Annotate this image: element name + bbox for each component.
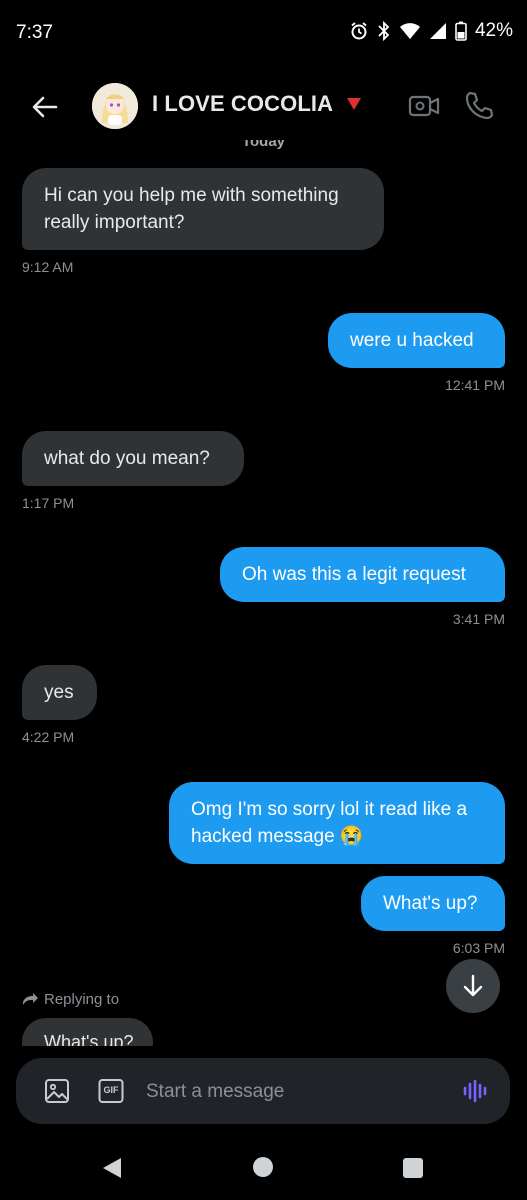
avatar[interactable] [92, 83, 138, 129]
add-media-button[interactable] [44, 1078, 70, 1109]
message-outgoing[interactable]: What's up? 6:03 PM [361, 876, 505, 956]
message-time: 1:17 PM [22, 495, 75, 511]
voice-icon [463, 1079, 487, 1103]
message-time: 3:41 PM [452, 611, 505, 627]
message-bubble: what do you mean? [22, 431, 244, 486]
status-time: 7:37 [16, 22, 53, 43]
replying-label: Replying to [44, 991, 120, 1008]
message-time: 12:41 PM [445, 377, 505, 393]
image-icon [45, 1079, 69, 1103]
message-incoming[interactable]: yes 4:22 PM [22, 665, 97, 745]
video-call-icon [408, 95, 440, 117]
message-outgoing[interactable]: were u hacked 12:41 PM [328, 313, 505, 393]
message-outgoing[interactable]: Omg I'm so sorry lol it read like a hack… [169, 782, 505, 864]
message-bubble: yes [22, 665, 97, 720]
wifi-icon [399, 23, 420, 39]
battery-icon [455, 21, 467, 41]
status-icons: 42% [349, 20, 513, 42]
conversation-header: I LOVE COCOLIA [0, 74, 527, 138]
gif-button[interactable]: GIF [98, 1078, 124, 1109]
battery-percent: 42% [474, 20, 513, 41]
nav-recents-icon[interactable] [403, 1158, 423, 1178]
message-bubble: were u hacked [328, 313, 505, 368]
message-time: 6:03 PM [452, 940, 505, 956]
message-bubble: Oh was this a legit request [220, 547, 505, 602]
phone-call-button[interactable] [464, 90, 494, 120]
replying-indicator: Replying to [22, 991, 119, 1008]
message-time: 9:12 AM [22, 259, 74, 275]
nav-home-icon[interactable] [253, 1157, 273, 1177]
message-composer: GIF [16, 1058, 510, 1124]
message-bubble: Hi can you help me with something really… [22, 168, 384, 250]
message-bubble: Omg I'm so sorry lol it read like a hack… [169, 782, 505, 864]
message-time: 4:22 PM [22, 729, 75, 745]
conversation-title-group[interactable]: I LOVE COCOLIA [152, 91, 362, 117]
scroll-to-bottom-button[interactable] [446, 959, 500, 1013]
arrow-down-icon [463, 974, 483, 997]
alarm-icon [351, 22, 367, 40]
back-arrow-icon [32, 96, 58, 118]
message-bubble: What's up? [361, 876, 505, 931]
triangle-flag-icon [347, 98, 362, 110]
reply-preview[interactable]: What's up? [22, 1018, 153, 1046]
message-incoming[interactable]: what do you mean? 1:17 PM [22, 431, 244, 511]
video-call-button[interactable] [408, 91, 440, 121]
message-incoming[interactable]: Hi can you help me with something really… [22, 168, 384, 275]
reply-preview-text: What's up? [22, 1018, 153, 1046]
conversation-title: I LOVE COCOLIA [152, 91, 334, 116]
message-outgoing[interactable]: Oh was this a legit request 3:41 PM [220, 547, 505, 627]
avatar-image [92, 83, 138, 129]
gif-label: GIF [103, 1085, 119, 1095]
back-button[interactable] [28, 90, 62, 124]
reply-arrow-icon [23, 992, 38, 1005]
system-navigation-bar [0, 1140, 527, 1200]
nav-back-icon[interactable] [101, 1157, 123, 1179]
signal-icon [429, 23, 446, 39]
message-input[interactable] [144, 1076, 448, 1108]
voice-message-button[interactable] [462, 1078, 488, 1109]
status-bar: 7:37 42% [0, 0, 527, 64]
phone-icon [465, 91, 494, 120]
bluetooth-icon [378, 21, 390, 41]
